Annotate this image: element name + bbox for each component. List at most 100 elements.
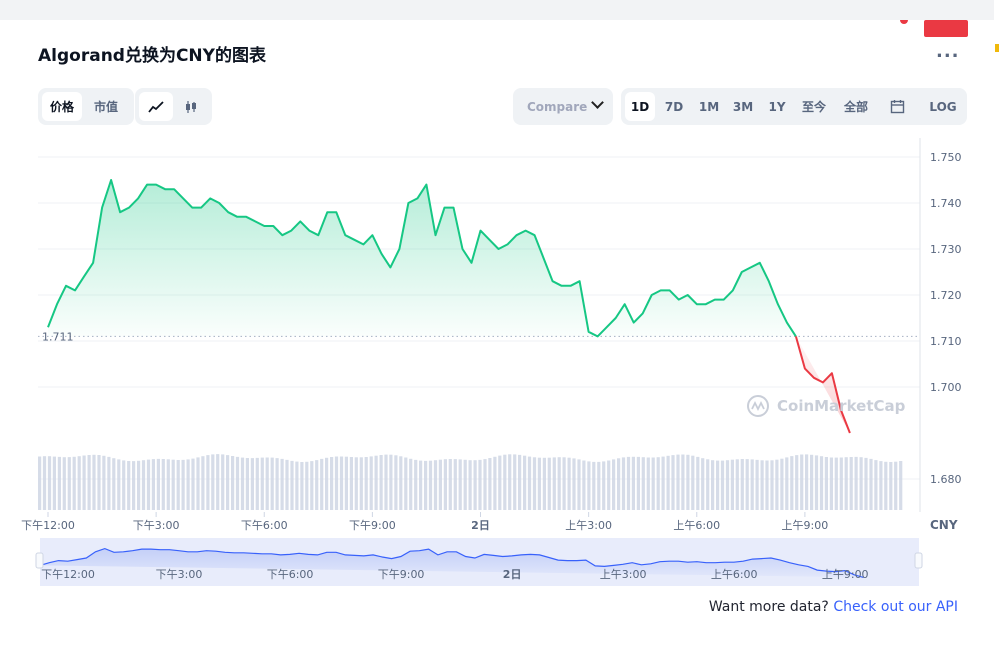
- volume-bar: [547, 457, 551, 510]
- volume-bar: [295, 461, 299, 510]
- currency-label: CNY: [930, 518, 958, 532]
- volume-bar: [597, 461, 601, 510]
- volume-bar: [735, 459, 739, 510]
- volume-bar: [686, 454, 690, 510]
- volume-bar: [626, 456, 631, 510]
- volume-bar: [874, 460, 878, 510]
- volume-bar: [849, 457, 853, 510]
- volume-bar: [542, 457, 546, 510]
- volume-bar: [77, 456, 81, 510]
- last-price-label: 1.690: [930, 20, 965, 23]
- volume-bar: [810, 454, 814, 510]
- volume-bar: [795, 455, 799, 510]
- volume-bar: [829, 457, 833, 510]
- volume-bar: [127, 461, 131, 510]
- coinmarketcap-logo-icon: [747, 395, 769, 417]
- volume-bar: [572, 458, 576, 510]
- volume-bar: [102, 455, 106, 510]
- volume-bar: [864, 457, 868, 510]
- volume-bar: [141, 460, 146, 510]
- volume-bar: [775, 459, 779, 510]
- volume-bar: [196, 457, 200, 510]
- down-area: [795, 336, 850, 433]
- volume-bar: [409, 458, 413, 510]
- volume-bar: [458, 459, 462, 510]
- volume-bar: [161, 459, 165, 510]
- volume-bar: [765, 460, 769, 510]
- x-tick-label: 下午12:00: [21, 519, 75, 532]
- volume-bar: [854, 456, 858, 510]
- volume-bar: [47, 456, 52, 510]
- volume-bar: [428, 460, 433, 510]
- page-edge-strip: [994, 0, 1000, 650]
- volume-bar: [424, 460, 428, 510]
- volume-bar: [760, 460, 764, 510]
- x-tick-label: 2日: [471, 519, 490, 532]
- navigator-label: 2日: [503, 568, 522, 581]
- volume-bar: [617, 458, 621, 510]
- volume-bar: [42, 456, 47, 510]
- volume-bar: [696, 456, 700, 510]
- volume-bar: [814, 455, 819, 510]
- volume-bar: [468, 460, 472, 510]
- volume-bar: [419, 460, 423, 510]
- volume-bar: [310, 461, 314, 510]
- y-tick-label: 1.680: [930, 473, 962, 486]
- volume-bar: [527, 456, 532, 510]
- volume-bar: [349, 457, 353, 510]
- volume-bar: [676, 454, 680, 510]
- volume-bar: [587, 461, 591, 510]
- volume-bar: [394, 455, 398, 510]
- volume-bar: [166, 459, 170, 510]
- x-tick-label: 上午3:00: [565, 519, 612, 532]
- volume-bar: [250, 458, 254, 510]
- y-tick-label: 1.710: [930, 335, 962, 348]
- volume-bar: [607, 460, 611, 510]
- x-tick-label: 下午9:00: [349, 519, 396, 532]
- volume-bar: [280, 458, 284, 510]
- volume-bar: [592, 461, 596, 510]
- watermark-text: CoinMarketCap: [777, 397, 906, 415]
- volume-bar: [305, 461, 309, 510]
- volume-bar: [483, 459, 487, 510]
- volume-bar: [330, 457, 334, 510]
- volume-bar: [265, 457, 269, 510]
- navigator-label: 上午9:00: [822, 568, 869, 581]
- volume-bar: [577, 459, 581, 510]
- volume-bars: [38, 454, 903, 510]
- volume-bar: [300, 462, 304, 510]
- volume-bar: [399, 456, 403, 510]
- volume-bar: [151, 459, 155, 510]
- range-navigator[interactable]: 下午12:00 下午3:00 下午6:00 下午9:00 2日 上午3:00 上午6:00 上…: [35, 538, 923, 586]
- volume-bar: [315, 460, 319, 510]
- volume-bar: [582, 460, 586, 510]
- api-link[interactable]: Check out our API: [833, 599, 958, 615]
- volume-bar: [532, 457, 537, 510]
- volume-bar: [438, 459, 442, 510]
- volume-bar: [433, 460, 438, 510]
- volume-bar: [646, 457, 650, 510]
- open-price-label: 1.711: [42, 330, 74, 343]
- volume-bar: [290, 460, 294, 510]
- x-tick-label: 下午3:00: [133, 519, 180, 532]
- volume-bar: [62, 457, 66, 510]
- volume-bar: [869, 458, 873, 510]
- volume-bar: [275, 458, 279, 510]
- volume-bar: [612, 459, 616, 510]
- volume-bar: [211, 454, 215, 510]
- volume-bar: [176, 460, 180, 510]
- api-footer: Want more data? Check out our API: [709, 599, 958, 615]
- volume-bar: [448, 459, 452, 510]
- y-tick-label: 1.750: [930, 151, 962, 164]
- volume-bar: [711, 460, 715, 510]
- volume-bar: [493, 456, 497, 510]
- volume-bar: [656, 457, 660, 510]
- footer-text: Want more data?: [708, 599, 829, 615]
- volume-bar: [453, 459, 457, 510]
- navigator-right-handle[interactable]: [914, 552, 923, 569]
- price-area: [48, 180, 850, 433]
- chart-card: Algorand兑换为CNY的图表 ... 价格 市值 Compare 1D 7…: [0, 20, 994, 650]
- navigator-left-handle[interactable]: [35, 552, 44, 569]
- volume-bar: [839, 457, 843, 510]
- x-tick-label: 上午9:00: [782, 519, 829, 532]
